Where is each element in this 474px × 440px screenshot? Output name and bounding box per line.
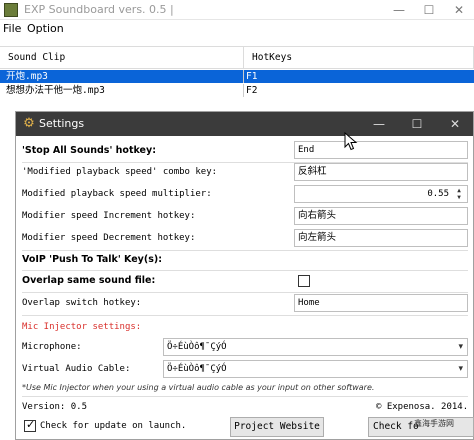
settings-titlebar: ⚙ Settings — ☐ ✕ [16, 112, 473, 136]
spinner-arrows-icon[interactable]: ▲ ▼ [453, 187, 465, 201]
table-row[interactable]: 开炮.mp3 F1 [0, 70, 474, 83]
gear-icon: ⚙ [23, 116, 35, 131]
mic-injector-note: *Use Mic Injector when your using a virt… [22, 383, 375, 392]
virtual-cable-select[interactable]: Ö÷ÉùÒô¶¯ÇýÓ ▾ [163, 360, 468, 378]
divider [22, 250, 468, 251]
microphone-select[interactable]: Ö÷ÉùÒô¶¯ÇýÓ ▾ [163, 338, 468, 356]
minimize-icon[interactable]: — [361, 112, 397, 136]
maximize-icon[interactable]: ☐ [399, 112, 435, 136]
mic-injector-heading: Mic Injector settings: [22, 322, 142, 332]
column-divider [243, 84, 244, 97]
decrement-hotkey-field[interactable]: 向左箭头 [294, 229, 468, 247]
minimize-icon[interactable]: — [384, 0, 414, 20]
copyright-label: © Expenosa. 2014. [376, 402, 469, 412]
column-header-hotkeys[interactable]: HotKeys [244, 47, 474, 69]
overlap-switch-field[interactable]: Home [294, 294, 468, 312]
menubar: File Option [0, 20, 474, 38]
chevron-down-icon: ▾ [458, 364, 463, 374]
increment-hotkey-field[interactable]: 向右箭头 [294, 207, 468, 225]
clip-hotkey: F2 [246, 85, 258, 96]
multiplier-spinner[interactable]: 0.55 ▲ ▼ [294, 185, 468, 203]
voip-label: VoIP 'Push To Talk' Key(s): [22, 254, 162, 265]
divider [22, 396, 468, 397]
virtual-cable-label: Virtual Audio Cable: [22, 364, 131, 374]
mouse-cursor-icon [344, 132, 358, 151]
menu-option[interactable]: Option [27, 22, 64, 35]
microphone-value: Ö÷ÉùÒô¶¯ÇýÓ [167, 342, 227, 352]
modified-combo-label: 'Modified playback speed' combo key: [22, 167, 218, 177]
divider [22, 270, 468, 271]
app-titlebar: EXP Soundboard vers. 0.5 | — ☐ ✕ [0, 0, 474, 20]
overlap-same-checkbox[interactable] [298, 275, 310, 287]
check-update-checkbox[interactable] [24, 418, 36, 432]
app-icon [4, 3, 18, 17]
decrement-label: Modifier speed Decrement hotkey: [22, 233, 196, 243]
check-update-label: Check for update on launch. [40, 421, 187, 431]
chevron-down-icon: ▾ [458, 342, 463, 352]
column-divider [243, 70, 244, 83]
close-icon[interactable]: ✕ [437, 112, 473, 136]
project-website-button[interactable]: Project Website [230, 417, 324, 437]
watermark-text: 鑫海手游网 [414, 419, 454, 428]
microphone-label: Microphone: [22, 342, 82, 352]
settings-title: Settings [39, 117, 85, 130]
multiplier-label: Modified playback speed multiplier: [22, 189, 212, 199]
app-title: EXP Soundboard vers. 0.5 | [24, 3, 174, 16]
overlap-switch-label: Overlap switch hotkey: [22, 298, 142, 308]
column-header-sound-clip[interactable]: Sound Clip [0, 47, 244, 69]
clip-name: 开炮.mp3 [6, 71, 48, 82]
maximize-icon[interactable]: ☐ [414, 0, 444, 20]
clip-hotkey: F1 [246, 71, 258, 82]
settings-dialog: ⚙ Settings — ☐ ✕ 'Stop All Sounds' hotke… [15, 111, 474, 440]
multiplier-value: 0.55 [427, 189, 449, 199]
overlap-same-label: Overlap same sound file: [22, 275, 156, 286]
divider [22, 315, 468, 316]
stop-all-hotkey-field[interactable]: End [294, 141, 468, 159]
modified-combo-field[interactable]: 反斜杠 [294, 163, 468, 181]
increment-label: Modifier speed Increment hotkey: [22, 211, 196, 221]
version-label: Version: 0.5 [22, 402, 88, 412]
close-icon[interactable]: ✕ [444, 0, 474, 20]
menu-file[interactable]: File [3, 22, 21, 35]
divider [22, 292, 468, 293]
stop-all-label: 'Stop All Sounds' hotkey: [22, 145, 156, 156]
virtual-cable-value: Ö÷ÉùÒô¶¯ÇýÓ [167, 364, 227, 374]
table-row[interactable]: 想想办法干他一炮.mp3 F2 [0, 84, 474, 97]
clip-name: 想想办法干他一炮.mp3 [6, 85, 105, 96]
